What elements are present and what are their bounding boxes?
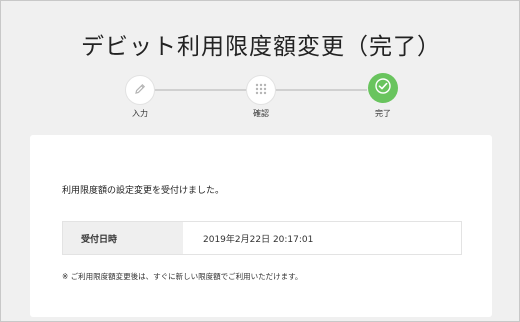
reception-datetime-value: 2019年2月22日 20:17:01 bbox=[203, 234, 314, 245]
reception-table: 受付日時 2019年2月22日 20:17:01 bbox=[62, 221, 462, 255]
step-complete: 完了 bbox=[353, 73, 413, 119]
page-title: デビット利用限度額変更（完了） bbox=[81, 34, 441, 60]
step-confirm-circle bbox=[246, 75, 276, 105]
step-input-circle bbox=[125, 75, 155, 105]
pencil-icon bbox=[133, 81, 147, 100]
progress-stepper: 入力 確認 完了 bbox=[1, 73, 520, 121]
result-card: 利用限度額の設定変更を受付けました。 受付日時 2019年2月22日 20:17… bbox=[30, 135, 492, 317]
completion-message: 利用限度額の設定変更を受付けました。 bbox=[62, 186, 225, 196]
step-confirm-label: 確認 bbox=[253, 109, 269, 118]
reception-datetime-header: 受付日時 bbox=[63, 222, 183, 254]
step-confirm: 確認 bbox=[231, 73, 291, 119]
grid-icon bbox=[254, 81, 268, 100]
step-complete-label: 完了 bbox=[375, 109, 391, 118]
step-input-label: 入力 bbox=[132, 109, 148, 118]
check-icon bbox=[374, 77, 392, 99]
footnote: ※ ご利用限度額変更後は、すぐに新しい限度額でご利用いただけます。 bbox=[62, 272, 303, 281]
step-input: 入力 bbox=[110, 73, 170, 119]
step-complete-circle bbox=[368, 73, 398, 103]
